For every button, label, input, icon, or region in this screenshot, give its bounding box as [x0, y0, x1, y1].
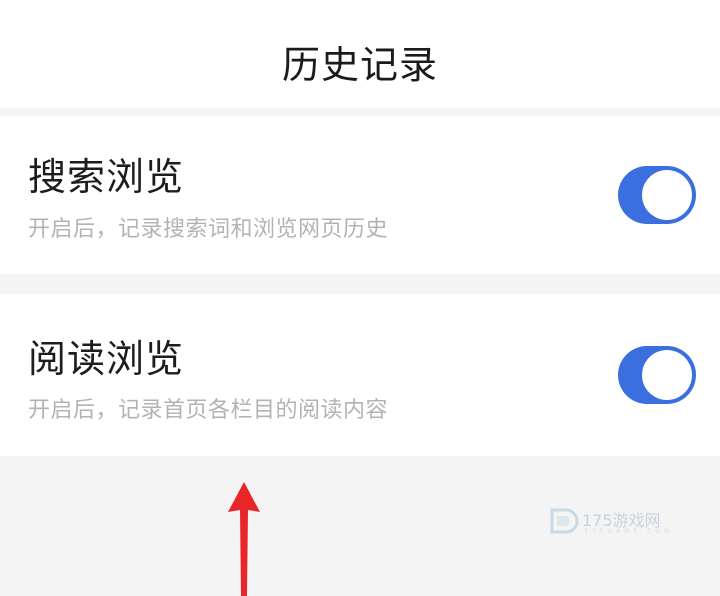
toggle-knob	[642, 170, 692, 220]
toggle-reading-browsing[interactable]	[618, 346, 696, 404]
watermark-subtext: 175GAME.COM	[584, 528, 674, 535]
setting-title-search-browsing: 搜索浏览	[28, 155, 185, 199]
top-bar: 历史记录	[0, 0, 720, 108]
annotation-arrow-icon	[228, 482, 260, 596]
setting-row-reading-browsing[interactable]: 阅读浏览 开启后，记录首页各栏目的阅读内容	[0, 294, 720, 456]
toggle-knob	[642, 350, 692, 400]
setting-row-search-browsing[interactable]: 搜索浏览 开启后，记录搜索词和浏览网页历史	[0, 116, 720, 274]
toggle-search-browsing[interactable]	[618, 166, 696, 224]
section-divider	[0, 108, 720, 116]
setting-description-reading-browsing: 开启后，记录首页各栏目的阅读内容	[28, 398, 389, 423]
watermark-logo-icon	[550, 508, 579, 534]
page-title: 历史记录	[281, 43, 438, 87]
watermark: 175游戏网 175GAME.COM	[548, 502, 688, 542]
section-divider	[0, 274, 720, 294]
setting-description-search-browsing: 开启后，记录搜索词和浏览网页历史	[28, 217, 389, 242]
setting-title-reading-browsing: 阅读浏览	[28, 337, 185, 381]
